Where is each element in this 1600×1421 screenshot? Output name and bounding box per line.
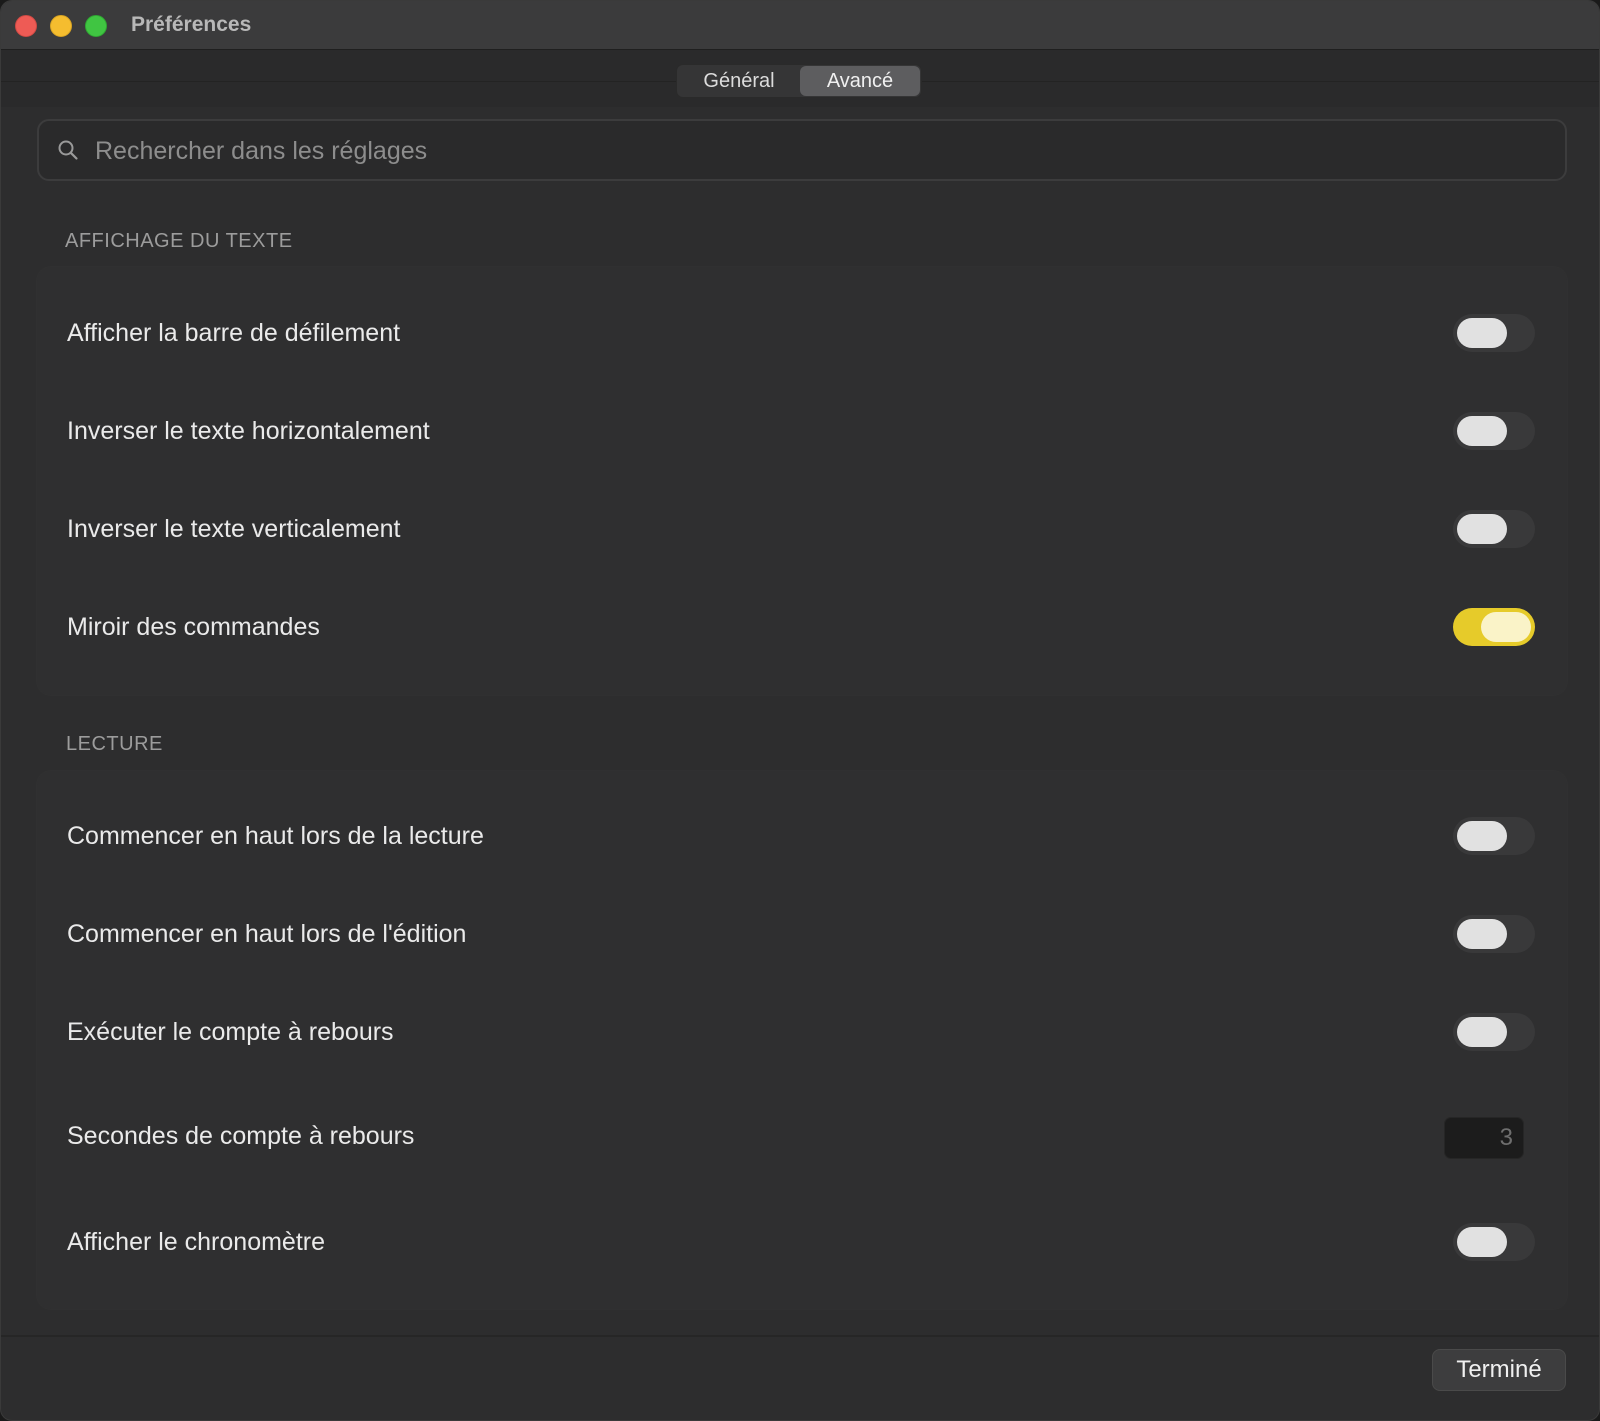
toggle-show-stopwatch[interactable] — [1453, 1223, 1535, 1261]
footer-divider — [1, 1335, 1599, 1337]
row-label-run-countdown: Exécuter le compte à rebours — [67, 1018, 394, 1046]
toggle-show-scrollbar[interactable] — [1453, 314, 1535, 352]
row-label-start-top-playback: Commencer en haut lors de la lecture — [67, 822, 484, 850]
toggle-knob — [1457, 514, 1507, 544]
title-bar: Préférences — [1, 1, 1599, 50]
row-label-flip-vertical: Inverser le texte verticalement — [67, 515, 401, 543]
tab-segmented-control: Général Avancé — [676, 64, 922, 98]
toggle-run-countdown[interactable] — [1453, 1013, 1535, 1051]
tab-advanced[interactable]: Avancé — [800, 66, 920, 96]
search-icon — [58, 140, 78, 160]
toggle-knob — [1457, 1227, 1507, 1257]
toggle-knob — [1457, 919, 1507, 949]
search-field[interactable] — [37, 119, 1567, 181]
toggle-flip-vertical[interactable] — [1453, 510, 1535, 548]
toggle-start-top-playback[interactable] — [1453, 817, 1535, 855]
row-label-countdown-seconds: Secondes de compte à rebours — [67, 1122, 415, 1150]
close-window-button[interactable] — [15, 15, 37, 37]
done-button[interactable]: Terminé — [1432, 1349, 1566, 1391]
toggle-mirror-controls[interactable] — [1453, 608, 1535, 646]
toggle-knob — [1457, 318, 1507, 348]
countdown-seconds-field[interactable] — [1444, 1117, 1524, 1159]
section-title-text-display: AFFICHAGE DU TEXTE — [65, 230, 293, 252]
toggle-flip-horizontal[interactable] — [1453, 412, 1535, 450]
toggle-start-top-editing[interactable] — [1453, 915, 1535, 953]
minimize-window-button[interactable] — [50, 15, 72, 37]
row-label-show-stopwatch: Afficher le chronomètre — [67, 1228, 325, 1256]
preferences-window: Préférences Général Avancé AFFICHAGE DU … — [0, 0, 1600, 1421]
toggle-knob — [1457, 1017, 1507, 1047]
toggle-knob — [1481, 612, 1531, 642]
toggle-knob — [1457, 821, 1507, 851]
window-title: Préférences — [131, 13, 252, 36]
tab-general[interactable]: Général — [678, 66, 800, 96]
row-label-start-top-editing: Commencer en haut lors de l'édition — [67, 920, 467, 948]
toggle-knob — [1457, 416, 1507, 446]
row-label-show-scrollbar: Afficher la barre de défilement — [67, 319, 401, 347]
countdown-seconds-input[interactable] — [1445, 1118, 1523, 1158]
search-input[interactable] — [93, 131, 1537, 171]
zoom-window-button[interactable] — [85, 15, 107, 37]
row-label-mirror-controls: Miroir des commandes — [67, 613, 320, 641]
section-title-playback: LECTURE — [66, 733, 163, 755]
row-label-flip-horizontal: Inverser le texte horizontalement — [67, 417, 430, 445]
